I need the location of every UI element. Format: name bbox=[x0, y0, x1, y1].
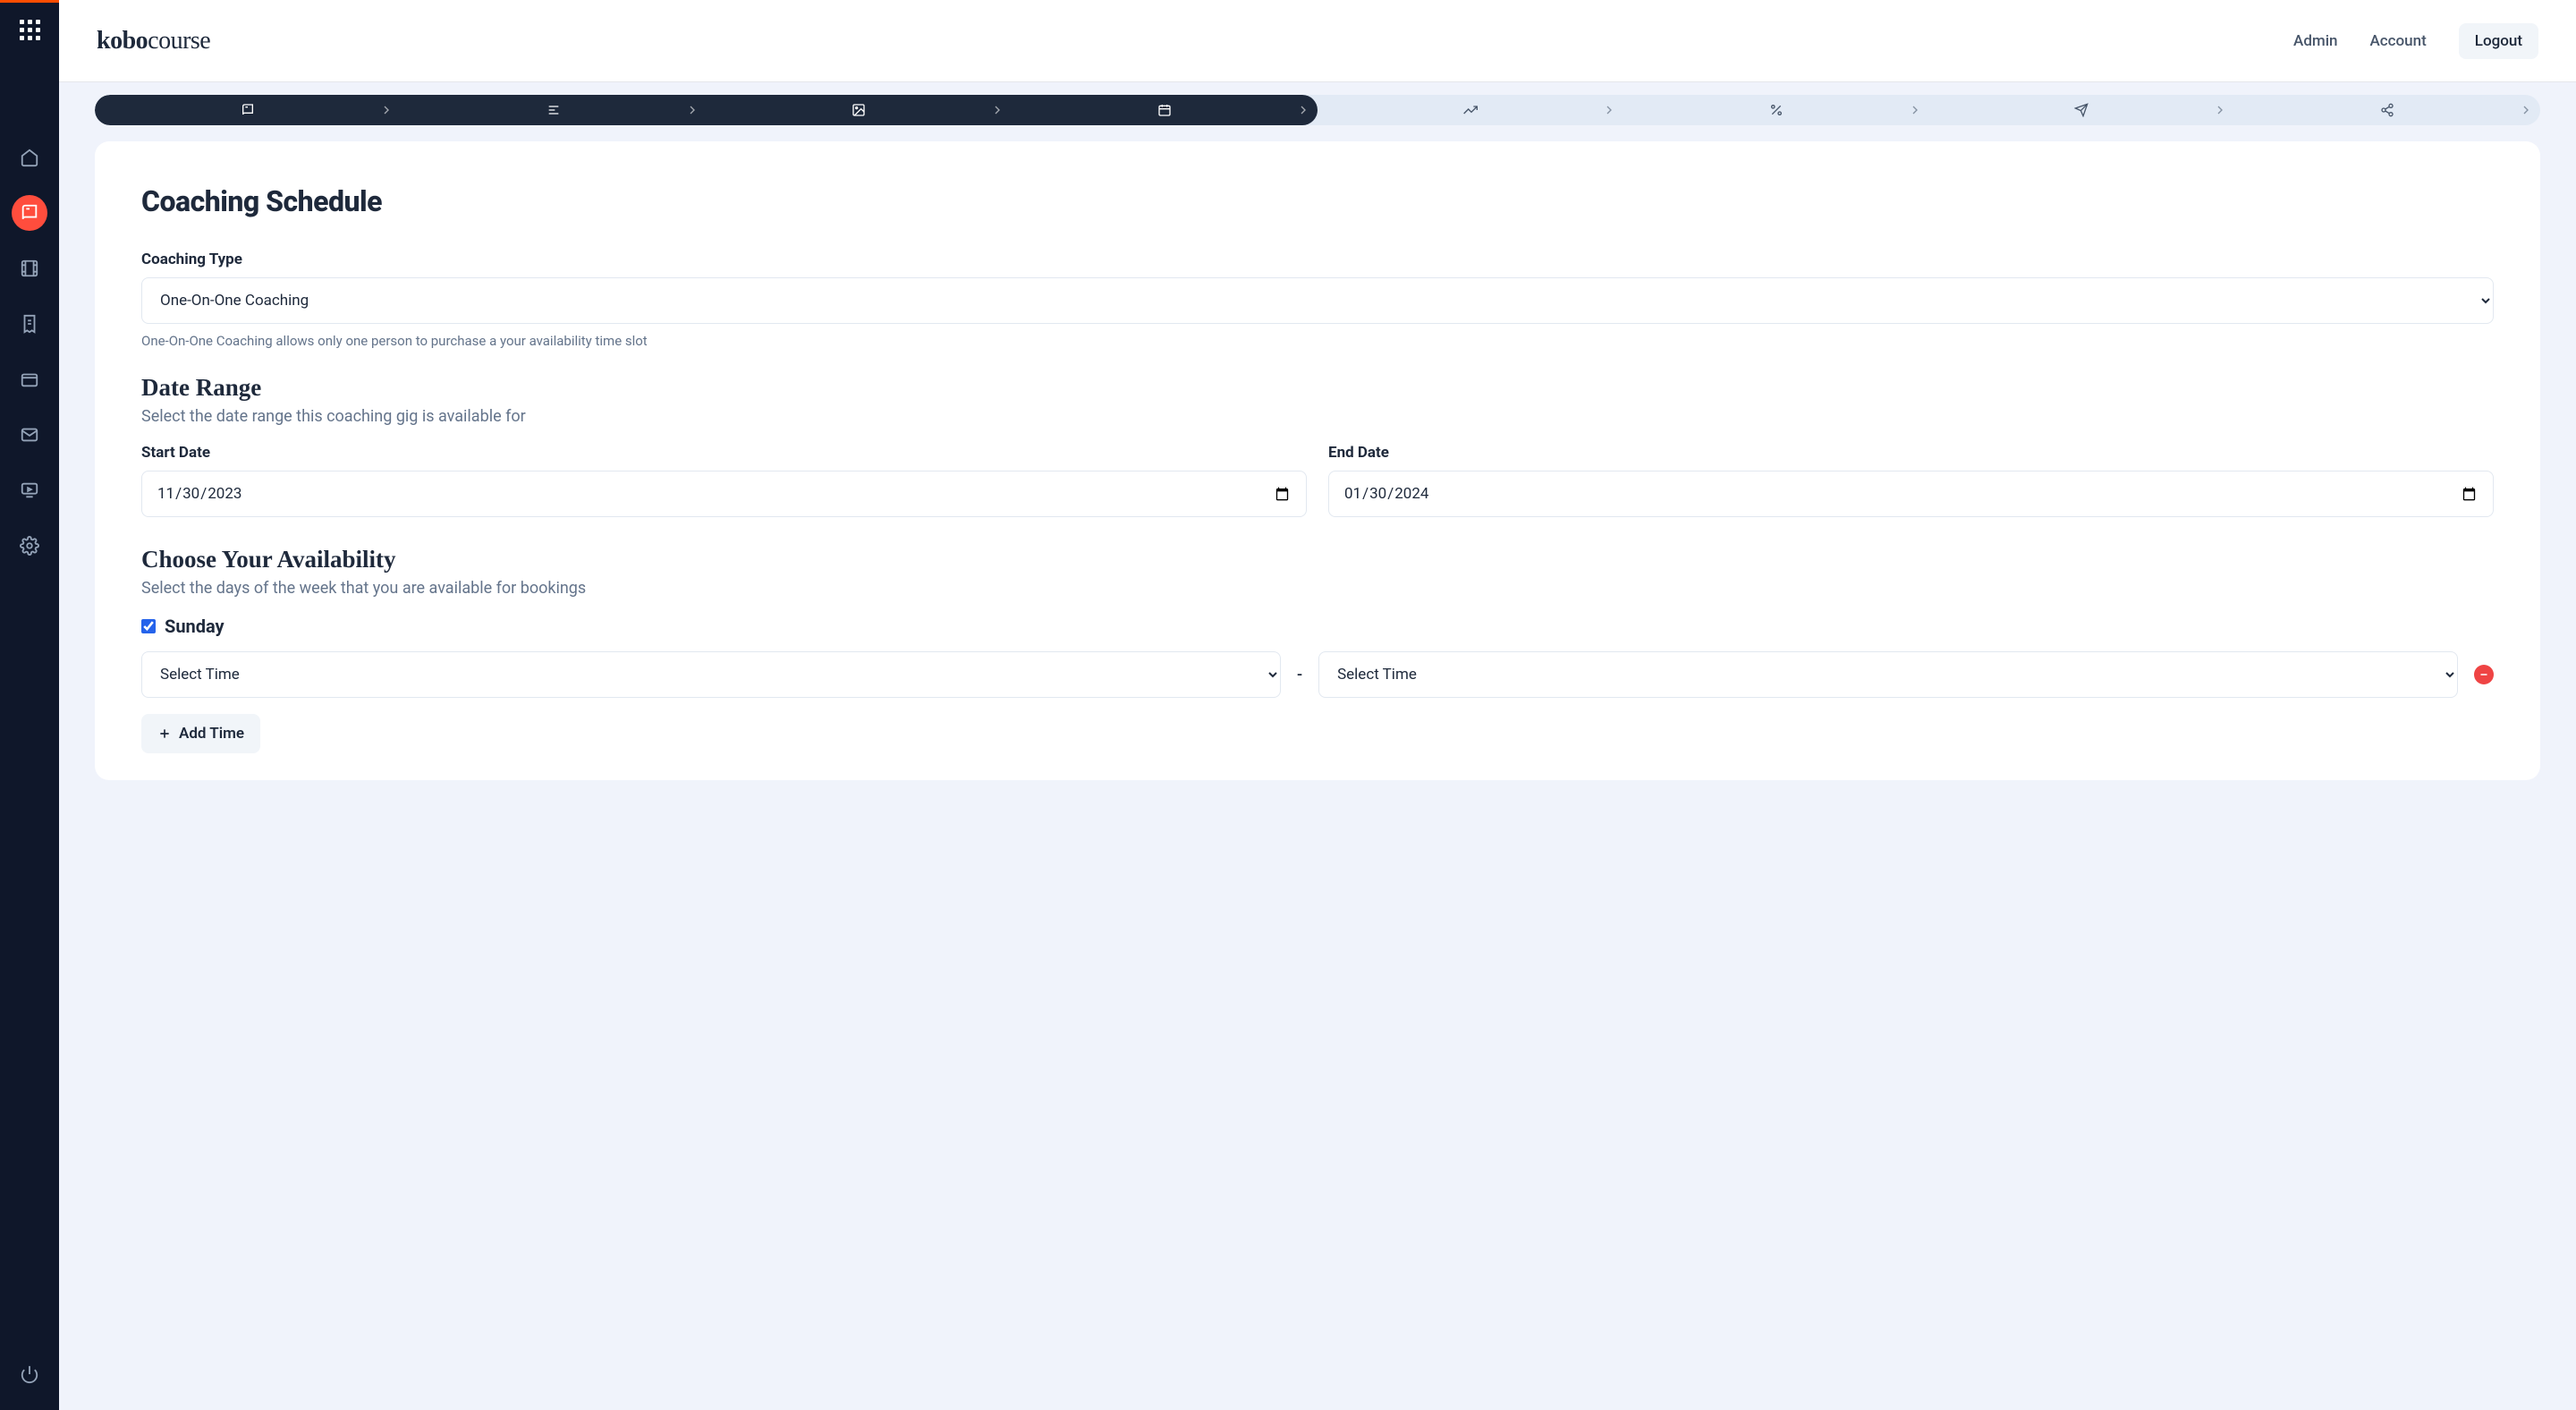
plus-icon bbox=[157, 726, 172, 741]
step-6[interactable] bbox=[1623, 95, 1929, 125]
nav-mail[interactable] bbox=[12, 417, 47, 453]
steps-bar bbox=[95, 95, 2540, 125]
home-icon bbox=[20, 148, 39, 167]
receipt-icon bbox=[20, 314, 39, 334]
start-date-input[interactable] bbox=[141, 471, 1307, 517]
gear-icon bbox=[20, 536, 39, 556]
nav-settings[interactable] bbox=[12, 528, 47, 564]
chevron-right-icon bbox=[2519, 103, 2533, 117]
day-name-sunday: Sunday bbox=[165, 616, 225, 637]
nav-player[interactable] bbox=[12, 472, 47, 508]
step-2[interactable] bbox=[401, 95, 707, 125]
top-nav: Admin Account Logout bbox=[2293, 23, 2538, 59]
list-icon bbox=[547, 103, 561, 117]
chevron-right-icon bbox=[685, 103, 699, 117]
monitor-play-icon bbox=[20, 480, 39, 500]
coaching-type-select[interactable]: One-On-One Coaching bbox=[141, 277, 2494, 324]
nav-admin-link[interactable]: Admin bbox=[2293, 32, 2337, 50]
apps-grid-button[interactable] bbox=[0, 0, 59, 59]
chevron-right-icon bbox=[2213, 103, 2227, 117]
nav-account-link[interactable]: Account bbox=[2370, 32, 2427, 50]
step-1[interactable] bbox=[95, 95, 401, 125]
time-to-select[interactable]: Select Time bbox=[1318, 651, 2458, 698]
step-3[interactable] bbox=[707, 95, 1013, 125]
sidebar bbox=[0, 0, 59, 1410]
book-icon bbox=[241, 103, 255, 117]
nav-media[interactable] bbox=[12, 251, 47, 286]
topbar: kobocourse Admin Account Logout bbox=[59, 0, 2576, 82]
time-from-select[interactable]: Select Time bbox=[141, 651, 1281, 698]
add-time-button[interactable]: Add Time bbox=[141, 714, 260, 753]
nav-power[interactable] bbox=[12, 1356, 47, 1392]
step-5[interactable] bbox=[1318, 95, 1623, 125]
film-icon bbox=[20, 259, 39, 278]
calendar-icon bbox=[1157, 103, 1172, 117]
power-icon bbox=[20, 1364, 39, 1384]
minus-icon bbox=[2479, 669, 2489, 680]
coaching-type-label: Coaching Type bbox=[141, 251, 2494, 268]
step-8[interactable] bbox=[2234, 95, 2540, 125]
main-card: Coaching Schedule Coaching Type One-On-O… bbox=[95, 141, 2540, 780]
wallet-icon bbox=[20, 369, 39, 389]
mail-icon bbox=[20, 425, 39, 445]
step-4[interactable] bbox=[1012, 95, 1318, 125]
share-icon bbox=[2380, 103, 2394, 117]
date-range-sub: Select the date range this coaching gig … bbox=[141, 407, 2494, 426]
time-separator: - bbox=[1297, 666, 1302, 684]
coaching-type-help: One-On-One Coaching allows only one pers… bbox=[141, 333, 2494, 349]
nav-receipts[interactable] bbox=[12, 306, 47, 342]
chevron-right-icon bbox=[1296, 103, 1310, 117]
grid-icon bbox=[20, 20, 40, 40]
send-icon bbox=[2074, 103, 2089, 117]
image-icon bbox=[852, 103, 866, 117]
end-date-input[interactable] bbox=[1328, 471, 2494, 517]
day-checkbox-sunday[interactable] bbox=[141, 619, 156, 633]
nav-courses[interactable] bbox=[12, 195, 47, 231]
page-title: Coaching Schedule bbox=[141, 184, 2494, 218]
nav-logout-link[interactable]: Logout bbox=[2459, 23, 2538, 59]
nav-home[interactable] bbox=[12, 140, 47, 175]
book-icon bbox=[20, 203, 39, 223]
start-date-label: Start Date bbox=[141, 444, 1307, 462]
logo[interactable]: kobocourse bbox=[97, 27, 210, 55]
percent-icon bbox=[1769, 103, 1784, 117]
chevron-right-icon bbox=[379, 103, 394, 117]
chevron-right-icon bbox=[990, 103, 1004, 117]
availability-heading: Choose Your Availability bbox=[141, 546, 2494, 573]
chevron-right-icon bbox=[1908, 103, 1922, 117]
chevron-right-icon bbox=[1602, 103, 1616, 117]
nav-wallet[interactable] bbox=[12, 361, 47, 397]
end-date-label: End Date bbox=[1328, 444, 2494, 462]
add-time-label: Add Time bbox=[179, 725, 244, 743]
remove-time-button[interactable] bbox=[2474, 665, 2494, 684]
availability-sub: Select the days of the week that you are… bbox=[141, 579, 2494, 598]
step-7[interactable] bbox=[1929, 95, 2235, 125]
date-range-heading: Date Range bbox=[141, 374, 2494, 402]
trending-up-icon bbox=[1463, 103, 1478, 117]
